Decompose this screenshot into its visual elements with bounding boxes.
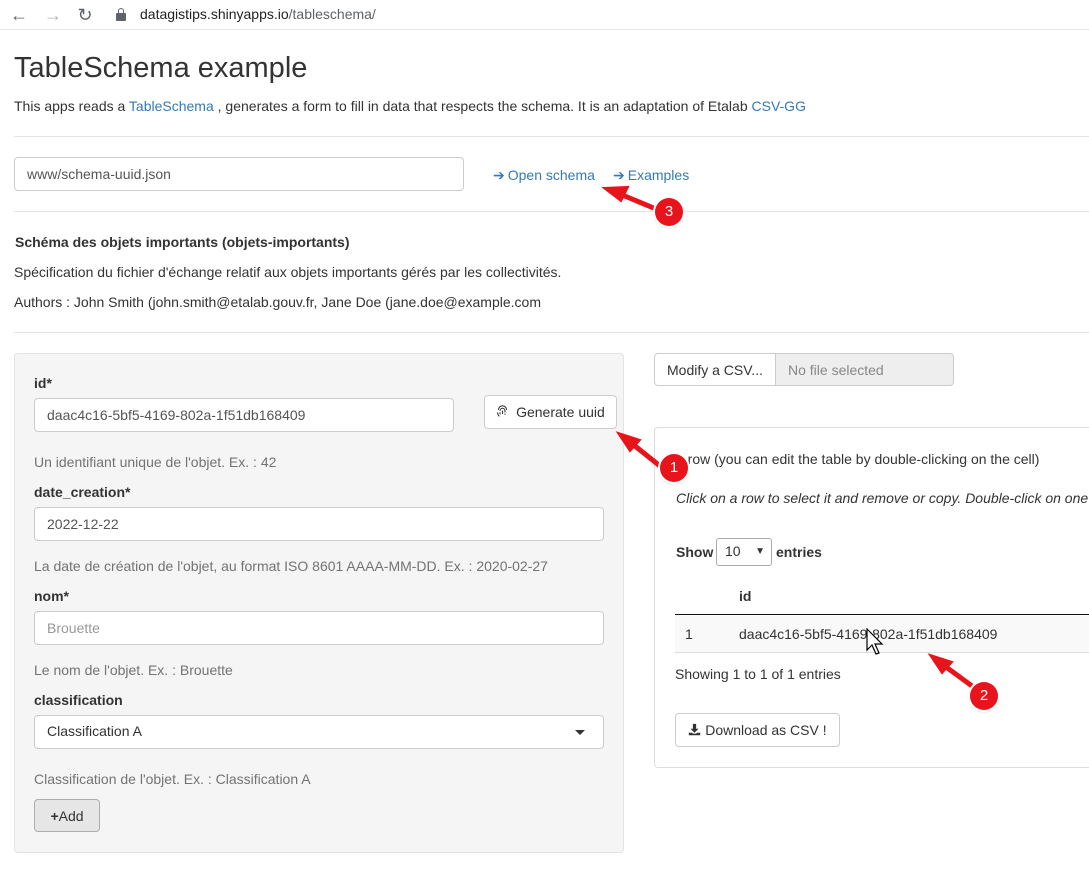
classification-value: Classification A [47, 723, 142, 739]
schema-title: Schéma des objets importants (objets-imp… [15, 234, 350, 250]
id-label: id* [34, 375, 52, 391]
schema-description: Spécification du fichier d'échange relat… [14, 264, 562, 280]
address-bar[interactable]: datagistips.shinyapps.io/tableschema/ [140, 6, 376, 22]
plus-icon: + [50, 807, 59, 824]
generate-uuid-button[interactable]: Generate uuid [484, 395, 617, 429]
file-status: No file selected [775, 353, 954, 386]
schema-path-input[interactable] [14, 157, 464, 191]
annotation-badge-3: 3 [655, 198, 683, 226]
browser-toolbar: ← → ↻ datagistips.shinyapps.io/tablesche… [0, 0, 1089, 30]
nom-input[interactable] [34, 611, 604, 645]
arrow-right-icon: ➔ [613, 167, 625, 183]
date-help-text: La date de création de l'objet, au forma… [34, 558, 548, 574]
divider [14, 332, 1089, 333]
table-instructions: Click on a row to select it and remove o… [676, 490, 1089, 506]
table-footer-info: Showing 1 to 1 of 1 entries [675, 666, 841, 682]
page-length-select[interactable]: 10 ▼ [716, 538, 772, 566]
schema-authors: Authors : John Smith (john.smith@etalab.… [14, 294, 541, 310]
caret-down-icon [575, 730, 585, 735]
row-count-info: 1 row (you can edit the table by double-… [676, 451, 1040, 467]
add-button[interactable]: +Add [34, 799, 100, 832]
date-creation-input[interactable] [34, 507, 604, 541]
forward-arrow-icon[interactable]: → [42, 4, 64, 26]
tableschema-link[interactable]: TableSchema [129, 98, 214, 114]
annotation-badge-2: 2 [970, 682, 998, 710]
column-header-id[interactable]: id [739, 588, 751, 604]
download-csv-button[interactable]: Download as CSV ! [675, 713, 840, 747]
open-schema-link[interactable]: ➔ Open schema [493, 167, 595, 184]
row-index: 1 [685, 626, 693, 642]
entries-label: entries [776, 544, 822, 560]
classification-label: classification [34, 692, 123, 708]
lock-icon[interactable] [116, 8, 126, 21]
examples-link[interactable]: ➔ Examples [613, 167, 689, 184]
nom-label: nom* [34, 588, 69, 604]
nom-help-text: Le nom de l'objet. Ex. : Brouette [34, 662, 233, 678]
download-icon [688, 722, 705, 738]
date-creation-label: date_creation* [34, 484, 131, 500]
show-label: Show [676, 544, 714, 560]
back-arrow-icon[interactable]: ← [8, 4, 30, 26]
reload-icon[interactable]: ↻ [74, 4, 96, 26]
mouse-cursor-icon [866, 628, 884, 655]
id-input[interactable] [34, 398, 454, 432]
annotation-badge-1: 1 [660, 454, 688, 482]
arrow-right-icon: ➔ [493, 167, 505, 183]
table-header: id [675, 578, 1089, 615]
intro-text: This apps reads a TableSchema , generate… [14, 98, 806, 114]
classification-help-text: Classification de l'objet. Ex. : Classif… [34, 771, 311, 787]
classification-select[interactable]: Classification A [34, 715, 604, 749]
fingerprint-icon [496, 404, 516, 420]
id-help-text: Un identifiant unique de l'objet. Ex. : … [34, 454, 277, 470]
divider [14, 211, 1089, 212]
divider [14, 136, 1089, 137]
page-title: TableSchema example [14, 52, 308, 84]
csv-gg-link[interactable]: CSV-GG [752, 98, 806, 114]
chevron-down-icon: ▼ [755, 546, 765, 557]
modify-csv-button[interactable]: Modify a CSV... [654, 353, 776, 386]
